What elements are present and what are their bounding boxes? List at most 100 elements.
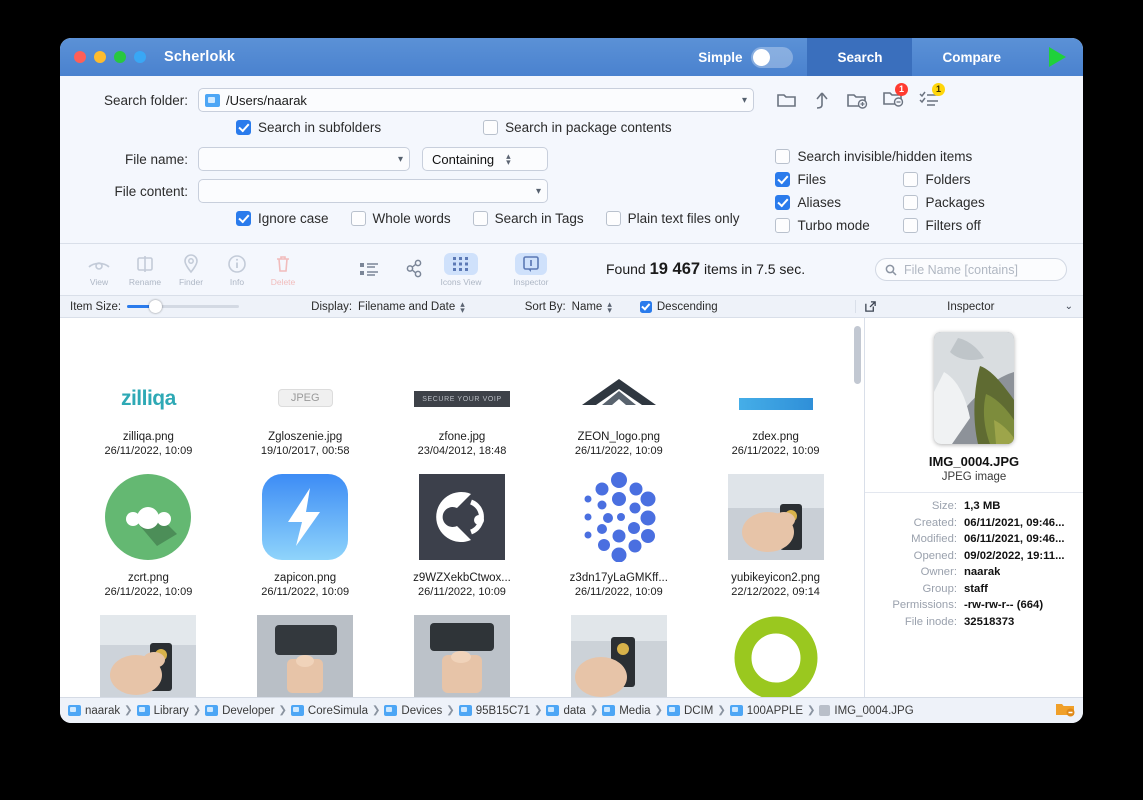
breadcrumb-item[interactable]: 95B15C71 bbox=[458, 705, 530, 717]
open-external-icon[interactable] bbox=[864, 300, 877, 313]
checkbox-search-in-tags[interactable]: Search in Tags bbox=[472, 211, 584, 226]
toolbar-finder[interactable]: Finder bbox=[168, 253, 214, 287]
text-options-row: Ignore case Whole words Search in Tags P… bbox=[236, 211, 739, 226]
close-button[interactable] bbox=[74, 51, 86, 63]
checkbox-ignore-case[interactable]: Ignore case bbox=[236, 211, 329, 226]
match-mode-select[interactable]: Containing ▴ ▾ bbox=[422, 147, 548, 171]
list-item[interactable]: zilliqa zilliqa.png 26/11/2022, 10:09 bbox=[70, 322, 227, 463]
file-icon bbox=[819, 705, 831, 716]
filter-list-button[interactable]: 1 bbox=[918, 82, 945, 112]
list-item[interactable]: z9WZXekbCtwox... 26/11/2022, 10:09 bbox=[384, 463, 541, 604]
list-item[interactable]: zdex.png 26/11/2022, 10:09 bbox=[697, 322, 854, 463]
breadcrumb-label: Media bbox=[619, 704, 651, 717]
file-name: z3dn17yLaGMKff... bbox=[569, 572, 668, 584]
simple-mode-toggle[interactable]: Simple bbox=[688, 38, 807, 76]
display-value: Filename and Date bbox=[358, 300, 456, 313]
checkbox-folders[interactable]: Folders bbox=[903, 172, 970, 187]
exclude-folder-button[interactable]: 1 bbox=[882, 82, 908, 112]
list-item[interactable]: yubikeyicon2.png 22/12/2022, 09:14 bbox=[697, 463, 854, 604]
checkbox-packages[interactable]: Packages bbox=[903, 195, 985, 210]
minimize-button[interactable] bbox=[94, 51, 106, 63]
list-item[interactable]: yubikeyicon2.jpg 22/12/2022, 09:14 bbox=[227, 604, 384, 697]
breadcrumb-item[interactable]: CoreSimula bbox=[290, 705, 368, 717]
file-content-input[interactable]: ▾ bbox=[198, 179, 548, 203]
vertical-scrollbar[interactable] bbox=[854, 326, 861, 384]
toolbar-list-view[interactable] bbox=[346, 258, 392, 282]
checkbox-files[interactable]: Files bbox=[775, 172, 903, 187]
folder-icon bbox=[384, 705, 398, 716]
breadcrumb-item[interactable]: Devices bbox=[384, 705, 442, 717]
thumbnail bbox=[100, 610, 197, 697]
list-item[interactable]: yubikey.jpg 22/12/2022, 09:14 bbox=[540, 604, 697, 697]
inspector-file-title: IMG_0004.JPG bbox=[928, 454, 1020, 469]
checkbox-search-in-package-contents[interactable]: Search in package contents bbox=[483, 120, 672, 135]
list-item[interactable]: yubicoring16.png 22/12/2022, 09:14 bbox=[697, 604, 854, 697]
list-item[interactable]: ZEON_logo.png 26/11/2022, 10:09 bbox=[540, 322, 697, 463]
checkbox-turbo-mode[interactable]: Turbo mode bbox=[775, 218, 903, 233]
breadcrumb-item[interactable]: 100APPLE bbox=[729, 705, 803, 717]
checkbox-box bbox=[483, 120, 499, 135]
list-item[interactable]: JPEG Zgloszenie.jpg 19/10/2017, 00:58 bbox=[227, 322, 384, 463]
toolbar-view[interactable]: View bbox=[76, 253, 122, 287]
toolbar-group-view[interactable] bbox=[392, 258, 438, 282]
checkbox-descending[interactable]: Descending bbox=[639, 300, 718, 313]
checkbox-whole-words[interactable]: Whole words bbox=[350, 211, 451, 226]
run-search-button[interactable] bbox=[1031, 38, 1083, 76]
toolbar-icons-view[interactable]: Icons View bbox=[438, 252, 484, 287]
checkbox-search-invisible-hidden-items[interactable]: Search invisible/hidden items bbox=[775, 149, 984, 164]
sort-by-select[interactable]: Name ▴ ▾ bbox=[572, 299, 612, 314]
display-select[interactable]: Filename and Date ▴ ▾ bbox=[358, 299, 465, 314]
folder-icon bbox=[666, 705, 680, 716]
toolbar-info-label: Info bbox=[229, 276, 245, 287]
list-item[interactable]: yubikeyicon2.png 05/12/2022, 14:48 bbox=[70, 604, 227, 697]
zoom-button[interactable] bbox=[114, 51, 126, 63]
list-item[interactable]: z3dn17yLaGMKff... 26/11/2022, 10:09 bbox=[540, 463, 697, 604]
checkbox-label: Ignore case bbox=[258, 211, 329, 226]
breadcrumb-item[interactable]: DCIM bbox=[666, 705, 713, 717]
preview-thumbnail bbox=[934, 332, 1014, 444]
chevron-down-icon[interactable]: ▾ bbox=[398, 154, 403, 165]
add-folder-icon[interactable] bbox=[846, 91, 868, 109]
checkbox-aliases[interactable]: Aliases bbox=[775, 195, 903, 210]
item-size-label: Item Size: bbox=[70, 300, 122, 313]
file-name-input[interactable]: ▾ bbox=[198, 147, 410, 171]
open-folder-icon[interactable] bbox=[776, 91, 798, 109]
file-content-row: File content: ▾ bbox=[76, 179, 739, 203]
toolbar-inspector[interactable]: Inspector bbox=[508, 252, 554, 287]
breadcrumb-item[interactable]: Developer bbox=[205, 705, 275, 717]
meta-row: Created: 06/11/2021, 09:46... bbox=[869, 517, 1073, 529]
toolbar-info[interactable]: Info bbox=[214, 253, 260, 287]
inspector-icon bbox=[515, 252, 547, 275]
item-size-slider[interactable] bbox=[127, 300, 240, 313]
checkbox-search-in-subfolders[interactable]: Search in subfolders bbox=[236, 120, 381, 135]
tab-compare[interactable]: Compare bbox=[912, 38, 1031, 76]
list-item[interactable]: zcrt.png 26/11/2022, 10:09 bbox=[70, 463, 227, 604]
chevron-right-icon: ❯ bbox=[534, 705, 543, 716]
list-item[interactable]: zapicon.png 26/11/2022, 10:09 bbox=[227, 463, 384, 604]
checkbox-filters-off[interactable]: Filters off bbox=[903, 218, 981, 233]
list-item[interactable]: yubikeyicon2.jpg 05/12/2022, 14:48 bbox=[384, 604, 541, 697]
chevron-down-icon[interactable]: ⌄ bbox=[1065, 301, 1073, 312]
toolbar-rename[interactable]: Rename bbox=[122, 253, 168, 287]
toolbar-delete[interactable]: Delete bbox=[260, 253, 306, 287]
move-to-trash-button[interactable] bbox=[1055, 701, 1075, 720]
search-folder-input[interactable]: /Users/naarak ▾ bbox=[198, 88, 754, 112]
breadcrumb-item[interactable]: IMG_0004.JPG bbox=[819, 705, 914, 717]
chevron-down-icon[interactable]: ▾ bbox=[536, 186, 541, 197]
checkbox-plain-text-files-only[interactable]: Plain text files only bbox=[605, 211, 739, 226]
simple-switch[interactable] bbox=[751, 46, 794, 68]
breadcrumb-item[interactable]: Library bbox=[136, 705, 189, 717]
tab-compare-label: Compare bbox=[942, 49, 1001, 65]
file-grid-pane[interactable]: zilliqa zilliqa.png 26/11/2022, 10:09 JP… bbox=[60, 318, 865, 697]
folder-up-icon[interactable] bbox=[812, 91, 832, 109]
filter-search-input[interactable]: File Name [contains] bbox=[875, 258, 1067, 281]
list-item[interactable]: SECURE YOUR VOIP zfone.jpg 23/04/2012, 1… bbox=[384, 322, 541, 463]
tab-search[interactable]: Search bbox=[807, 38, 913, 76]
folder-icon bbox=[68, 705, 81, 716]
breadcrumb-item[interactable]: data bbox=[546, 705, 586, 717]
breadcrumb-item[interactable]: naarak bbox=[68, 705, 120, 717]
breadcrumb-item[interactable]: Media bbox=[602, 704, 651, 717]
inspector-preview[interactable] bbox=[865, 318, 1083, 454]
extra-button[interactable] bbox=[134, 51, 146, 63]
chevron-down-icon[interactable]: ▾ bbox=[742, 95, 747, 106]
